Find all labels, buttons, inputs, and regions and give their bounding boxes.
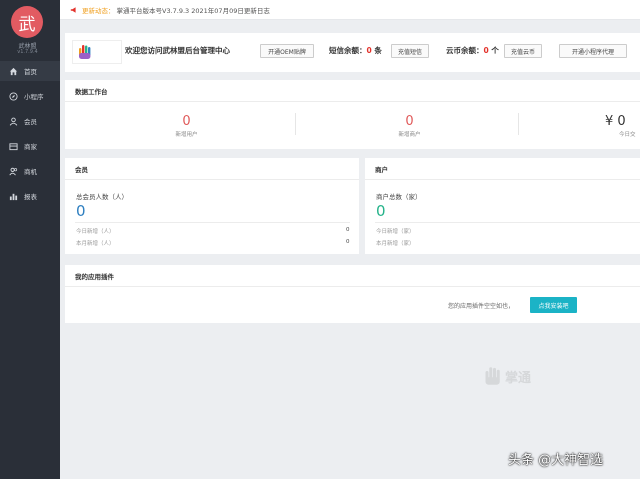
hand-watermark-icon [485, 367, 500, 385]
coin-balance-unit: 个 [491, 46, 499, 55]
merchants-panel: 商户 商户总数（家） 0 今日新增（家） 本月新增（家） [365, 158, 640, 254]
watermark-text: 掌通 [505, 370, 532, 386]
sms-balance-value: 0 [366, 46, 372, 55]
sidebar-item-reports[interactable]: 报表 [0, 186, 60, 206]
sidebar-item-opportunities[interactable]: 商机 [0, 161, 60, 181]
compass-icon [9, 91, 18, 101]
month-new-members-value: 0 [346, 239, 350, 245]
version-label: v1.7.9.4 [17, 49, 38, 55]
stat-today-transactions: ¥ 0 今日交 [605, 114, 640, 138]
sidebar-item-merchants[interactable]: 商家 [0, 136, 60, 156]
update-notice-bar: 更新动态： 掌通平台版本号V3.7.9.3 2021年07月09日更新日志 [60, 0, 640, 20]
divider [65, 179, 359, 180]
stat-value: ¥ 0 [605, 114, 626, 129]
month-new-merchants-label: 本月新增（家） [376, 241, 415, 247]
sidebar-item-label: 商机 [24, 168, 37, 176]
sms-balance-label: 短信余额： [329, 46, 367, 55]
stat-value: 0 [405, 114, 414, 129]
today-new-members-value: 0 [346, 227, 350, 233]
divider [295, 113, 296, 135]
total-members-label: 总会员人数（人） [76, 193, 128, 201]
today-new-members-label: 今日新增（人） [76, 229, 115, 235]
stat-label: 今日交 [619, 132, 636, 138]
sidebar-item-label: 小程序 [24, 93, 44, 101]
install-plugin-button[interactable]: 点我安装吧 [530, 297, 577, 313]
total-members-value: 0 [76, 202, 86, 220]
platform-logo [72, 40, 122, 64]
brand-logo: 武 [11, 6, 43, 38]
empty-plugins-text: 您的应用插件空空如也， [448, 303, 515, 310]
panel-title: 商户 [375, 166, 388, 174]
divider [365, 179, 640, 180]
stat-value: 0 [182, 114, 191, 129]
sidebar-item-miniprogram[interactable]: 小程序 [0, 86, 60, 106]
plugins-panel: 我的应用插件 您的应用插件空空如也， [65, 265, 640, 323]
recharge-coin-button[interactable]: 充值云币 [504, 44, 542, 58]
recharge-sms-button[interactable]: 充值短信 [391, 44, 429, 58]
welcome-message: 欢迎您访问武林盟后台管理中心 [125, 46, 230, 55]
members-panel: 会员 总会员人数（人） 0 今日新增（人） 0 本月新增（人） 0 [65, 158, 359, 254]
divider [65, 286, 640, 287]
source-credit: 头条 @大神智选 [508, 453, 604, 468]
divider [375, 222, 640, 223]
update-notice-label: 更新动态： [82, 6, 115, 15]
sidebar-item-label: 商家 [24, 143, 37, 151]
month-new-members-label: 本月新增（人） [76, 241, 115, 247]
coin-balance: 云币余额：0 个 [446, 45, 499, 56]
divider [518, 113, 519, 135]
sidebar-item-label: 首页 [24, 68, 37, 76]
coin-balance-label: 云币余额： [446, 46, 484, 55]
user-icon [9, 117, 18, 126]
stat-label: 新增用户 [175, 132, 198, 138]
panel-title: 数据工作台 [75, 88, 108, 96]
megaphone-icon [70, 6, 78, 14]
sidebar-item-members[interactable]: 会员 [0, 111, 60, 131]
sidebar: 武 武林盟 v1.7.9.4 首页 小程序 会员 商家 商机 报表 [0, 0, 60, 479]
panel-title: 我的应用插件 [75, 273, 114, 281]
sidebar-item-label: 报表 [24, 193, 37, 201]
sidebar-item-label: 会员 [24, 118, 37, 126]
store-icon [9, 142, 18, 151]
total-merchants-label: 商户总数（家） [376, 193, 422, 201]
open-miniprogram-agent-button[interactable]: 开通小程序代理 [559, 44, 627, 58]
sms-balance: 短信余额：0 条 [329, 45, 382, 56]
oem-button[interactable]: 开通OEM贴牌 [260, 44, 314, 58]
hand-logo-icon [79, 45, 91, 59]
stat-new-merchants: 0 新增商户 [372, 114, 447, 138]
divider [65, 101, 640, 102]
home-icon [9, 67, 18, 76]
today-new-merchants-label: 今日新增（家） [376, 229, 415, 235]
update-notice-link[interactable]: 掌通平台版本号V3.7.9.3 2021年07月09日更新日志 [117, 5, 270, 15]
coin-balance-value: 0 [483, 46, 489, 55]
data-workbench-panel: 数据工作台 0 新增用户 0 新增商户 ¥ 0 今日交 [65, 80, 640, 149]
panel-title: 会员 [75, 166, 88, 174]
users-icon [9, 167, 18, 176]
sidebar-item-home[interactable]: 首页 [0, 61, 60, 81]
watermark-logo: 掌通 [484, 366, 531, 386]
stat-new-users: 0 新增用户 [149, 114, 224, 138]
chart-icon [9, 192, 18, 201]
stat-label: 新增商户 [398, 132, 421, 138]
welcome-panel: 欢迎您访问武林盟后台管理中心 开通OEM贴牌 短信余额：0 条 充值短信 云币余… [65, 33, 640, 72]
total-merchants-value: 0 [376, 202, 386, 220]
sms-balance-unit: 条 [374, 46, 382, 55]
divider [75, 222, 350, 223]
